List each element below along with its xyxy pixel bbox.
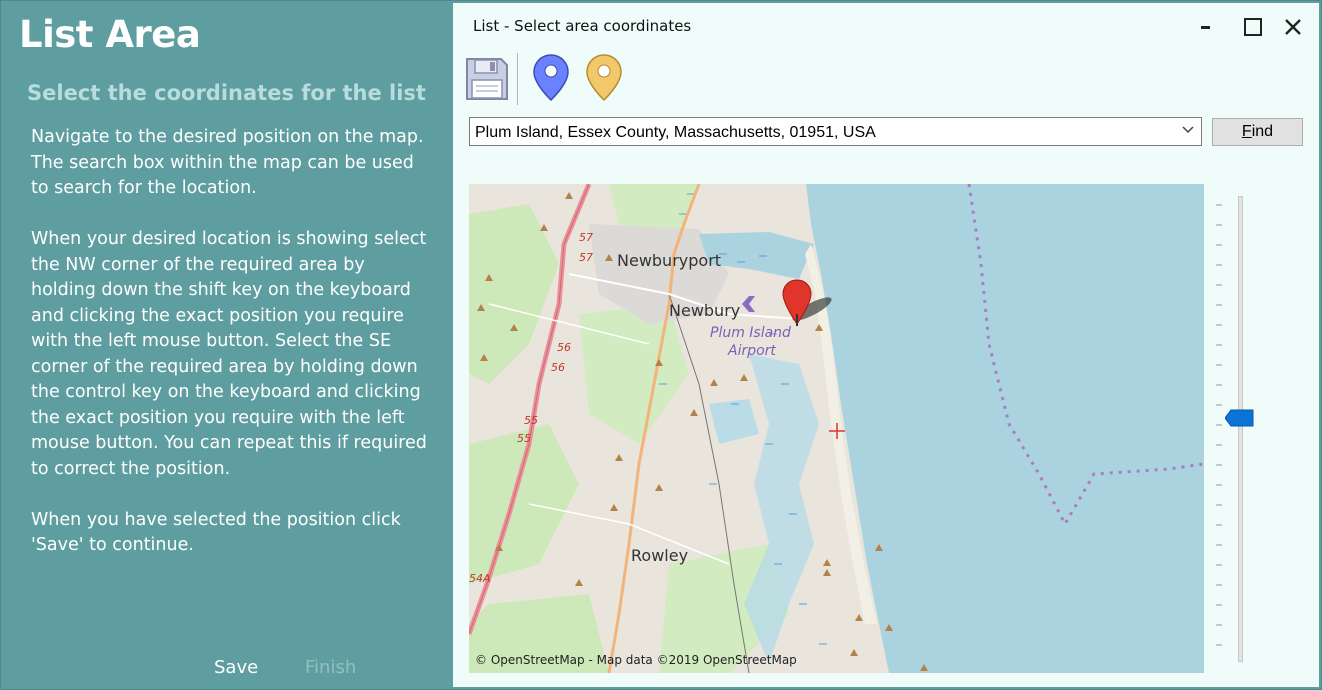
instruction-panel: List Area Select the coordinates for the…: [1, 1, 453, 689]
app-window: List Area Select the coordinates for the…: [0, 0, 1322, 690]
instruction-paragraph: When your desired location is showing se…: [31, 229, 427, 479]
find-button[interactable]: Find: [1212, 118, 1303, 146]
page-title: List Area: [19, 13, 201, 56]
map-label-newbury: Newbury: [669, 301, 741, 320]
map-view[interactable]: 57 57 56 56 55 55 54A Newburyport Newbur…: [469, 184, 1204, 673]
blue-map-pin-icon[interactable]: [531, 53, 571, 108]
map-label-rowley: Rowley: [631, 546, 689, 565]
map-label-airport: Airport: [728, 343, 776, 359]
instruction-paragraph: Navigate to the desired position on the …: [31, 127, 424, 198]
toolbar-separator: [517, 53, 518, 105]
location-search-combobox[interactable]: [469, 117, 1202, 146]
yellow-map-pin-icon[interactable]: [584, 53, 624, 108]
svg-text:55: 55: [524, 414, 538, 427]
map-tiles: 57 57 56 56 55 55 54A: [469, 184, 1204, 673]
select-area-dialog: List - Select area coordinates Plum Isla…: [453, 3, 1319, 687]
find-button-label: Find: [1241, 123, 1274, 140]
chevron-down-icon[interactable]: [1181, 123, 1195, 137]
instruction-paragraph: When you have selected the position clic…: [31, 509, 401, 556]
location-search-input[interactable]: [473, 121, 1177, 144]
save-disk-icon[interactable]: [463, 55, 511, 108]
svg-text:54A: 54A: [469, 572, 491, 585]
close-icon[interactable]: [1278, 13, 1308, 41]
map-label-newburyport: Newburyport: [617, 251, 722, 270]
svg-text:56: 56: [551, 361, 565, 374]
dialog-title: List - Select area coordinates: [473, 17, 692, 35]
svg-text:55: 55: [517, 432, 531, 445]
save-button[interactable]: Save: [214, 657, 258, 678]
page-subtitle: Select the coordinates for the list: [27, 81, 426, 105]
zoom-slider-track[interactable]: [1238, 196, 1243, 662]
svg-text:57: 57: [579, 251, 593, 264]
zoom-slider-ticks: [1216, 204, 1222, 646]
svg-text:57: 57: [579, 231, 593, 244]
toolbar: [453, 49, 1319, 107]
map-attribution: © OpenStreetMap - Map data ©2019 OpenStr…: [475, 653, 797, 667]
svg-text:56: 56: [557, 341, 571, 354]
maximize-icon[interactable]: [1238, 13, 1268, 41]
instructions-text: Navigate to the desired position on the …: [31, 125, 433, 584]
minimize-icon[interactable]: [1191, 13, 1221, 41]
map-label-plum-island: Plum Island: [710, 325, 791, 341]
zoom-slider-thumb[interactable]: [1225, 409, 1255, 427]
finish-button[interactable]: Finish: [305, 657, 356, 678]
